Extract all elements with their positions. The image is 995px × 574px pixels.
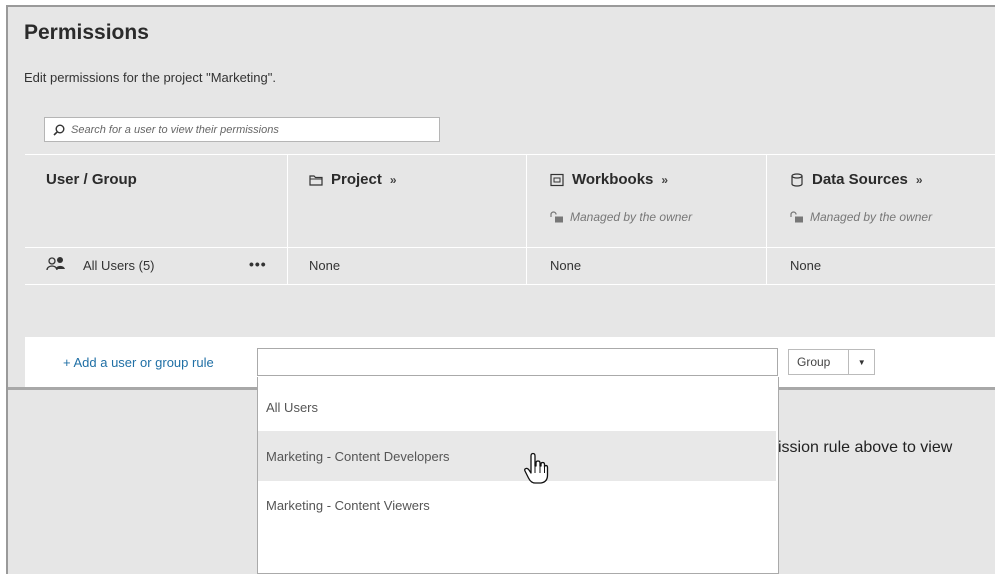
rule-type-select[interactable]: Group ▼	[788, 349, 875, 375]
column-divider	[526, 155, 527, 285]
search-icon	[53, 124, 65, 136]
table-cell-project: None	[309, 258, 341, 273]
dropdown-option-label: Marketing - Content Developers	[266, 448, 450, 464]
expand-chevron-icon[interactable]: »	[916, 173, 923, 187]
column-header-project[interactable]: Project »	[309, 171, 397, 188]
workbook-icon	[550, 173, 564, 186]
add-user-or-group-rule-link[interactable]: + Add a user or group rule	[63, 355, 214, 370]
unlocked-icon	[790, 211, 803, 223]
expand-chevron-icon[interactable]: »	[390, 173, 397, 187]
column-header-data-sources[interactable]: Data Sources »	[790, 171, 923, 188]
column-header-label: User / Group	[46, 171, 137, 188]
column-header-label: Workbooks	[572, 171, 654, 188]
dropdown-option[interactable]: All Users	[258, 382, 776, 432]
page-subtitle: Edit permissions for the project "Market…	[24, 70, 276, 85]
column-header-label: Data Sources	[812, 171, 908, 188]
managed-label: Managed by the owner	[570, 210, 693, 224]
table-cell-data-sources: None	[790, 258, 822, 273]
page-title: Permissions	[24, 21, 149, 44]
row-divider	[25, 154, 995, 155]
managed-by-owner-note: Managed by the owner	[550, 210, 692, 224]
chevron-down-icon[interactable]: ▼	[848, 350, 874, 374]
table-row-user: All Users (5)	[83, 258, 155, 273]
column-header-workbooks[interactable]: Workbooks »	[550, 171, 668, 188]
grid-spacer	[8, 285, 995, 337]
dropdown-option-label: Marketing - Content Viewers	[266, 497, 430, 513]
more-actions-icon[interactable]: •••	[249, 256, 267, 272]
database-icon	[791, 172, 803, 187]
user-group-dropdown: All Users Marketing - Content Developers…	[257, 377, 779, 574]
expand-chevron-icon[interactable]: »	[661, 173, 668, 187]
dropdown-option-label: All Users	[266, 399, 319, 415]
unlocked-icon	[550, 211, 563, 223]
managed-label: Managed by the owner	[810, 210, 933, 224]
rule-type-value: Group	[797, 355, 831, 369]
empty-state-message: ission rule above to view	[778, 439, 953, 456]
folder-icon	[309, 174, 323, 186]
dropdown-option[interactable]: Marketing - Content Developers	[258, 431, 776, 481]
search-box[interactable]	[44, 117, 440, 142]
search-input[interactable]	[71, 123, 431, 136]
header-area	[8, 7, 995, 105]
column-divider	[766, 155, 767, 285]
group-icon	[46, 257, 65, 271]
dropdown-option[interactable]: Marketing - Content Viewers	[258, 480, 776, 530]
managed-by-owner-note: Managed by the owner	[790, 210, 932, 224]
column-header-label: Project	[331, 171, 382, 188]
column-header-user-group: User / Group	[46, 171, 137, 188]
row-divider	[25, 247, 995, 248]
table-cell-workbooks: None	[550, 258, 582, 273]
column-divider	[287, 155, 288, 285]
add-rule-input[interactable]	[257, 348, 778, 376]
hand-cursor-icon	[524, 452, 549, 484]
